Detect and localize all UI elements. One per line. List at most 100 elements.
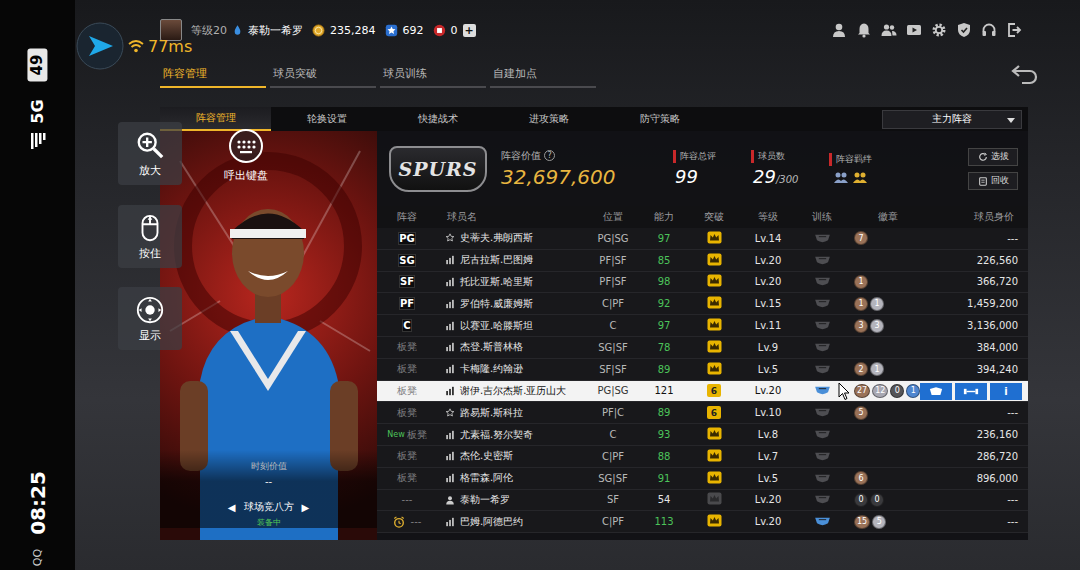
position-cell: PG|SG [587, 233, 639, 244]
panel-body: 时刻价值--◀球场竞八方▶装备中SPURS阵容价值?32,697,600阵容总评… [160, 131, 1028, 540]
training-icon[interactable] [814, 276, 831, 287]
player-name[interactable]: 尤素福.努尔契奇 [460, 428, 533, 442]
breakthrough-marker[interactable] [707, 362, 722, 377]
shield-icon[interactable] [956, 22, 972, 38]
breakthrough-marker[interactable] [707, 253, 722, 268]
breakthrough-marker[interactable] [707, 318, 722, 333]
player-card[interactable]: 时刻价值--◀球场竞八方▶装备中 [160, 131, 377, 540]
hold-button[interactable]: 按住 [118, 205, 182, 268]
table-row[interactable]: PF罗伯特.威廉姆斯C|PF92Lv.15111,459,200 [377, 293, 1028, 315]
table-row[interactable]: 板凳谢伊.吉尔杰斯.亚历山大PG|SG1216Lv.20271201i [377, 381, 1028, 403]
training-icon[interactable] [814, 342, 831, 353]
player-name[interactable]: 卡梅隆.约翰逊 [460, 362, 523, 376]
table-row[interactable]: 板凳格雷森.阿伦SG|SF91Lv.56896,000 [377, 468, 1028, 490]
tab[interactable]: 球员突破 [273, 66, 376, 81]
breakthrough-marker[interactable] [707, 231, 722, 246]
breakthrough-marker[interactable] [707, 514, 722, 529]
sub-tab[interactable]: 进攻策略 [493, 107, 604, 131]
player-name[interactable]: 罗伯特.威廉姆斯 [460, 297, 533, 311]
player-name[interactable]: 史蒂夫.弗朗西斯 [460, 231, 533, 245]
table-row[interactable]: PG史蒂夫.弗朗西斯PG|SG97Lv.147--- [377, 228, 1028, 250]
gear-icon[interactable] [931, 22, 947, 38]
training-icon[interactable] [814, 429, 831, 440]
breakthrough-marker[interactable] [707, 471, 722, 486]
player-name[interactable]: 尼古拉斯.巴图姆 [460, 253, 533, 267]
training-icon[interactable] [814, 516, 831, 527]
player-name[interactable]: 杰伦.史密斯 [460, 449, 513, 463]
headset-icon[interactable] [981, 22, 997, 38]
exit-icon[interactable] [1006, 22, 1022, 38]
training-icon[interactable] [814, 364, 831, 375]
emulator-arrow-icon[interactable] [76, 22, 124, 70]
training-icon[interactable] [814, 494, 831, 505]
breakthrough-marker[interactable] [707, 492, 722, 507]
sub-tab[interactable]: 快捷战术 [382, 107, 493, 131]
tab[interactable]: 球员训练 [383, 66, 486, 81]
table-row[interactable]: 板凳杰伦.史密斯C|PF88Lv.7286,720 [377, 446, 1028, 468]
player-name[interactable]: 路易斯.斯科拉 [460, 406, 523, 420]
player-name[interactable]: 托比亚斯.哈里斯 [460, 275, 533, 289]
table-row[interactable]: SG尼古拉斯.巴图姆PF|SF85Lv.20226,560 [377, 250, 1028, 272]
player-name[interactable]: 泰勒一希罗 [460, 493, 510, 507]
table-row[interactable]: ---巴姆.阿德巴约C|PF113Lv.20155--- [377, 511, 1028, 533]
table-row[interactable]: 板凳杰登.斯普林格SG|SF78Lv.9384,000 [377, 337, 1028, 359]
display-button[interactable]: 显示 [118, 287, 182, 350]
training-icon[interactable] [814, 233, 831, 244]
breakthrough-marker[interactable]: 6 [707, 384, 721, 397]
tab-item[interactable]: 自建加点 [490, 66, 596, 88]
keyboard-button[interactable]: 呼出键盘 [213, 128, 279, 183]
add-button[interactable]: + [463, 24, 476, 37]
sub-tab[interactable]: 轮换设置 [271, 107, 382, 131]
lineup-dropdown[interactable]: 主力阵容 [882, 110, 1022, 129]
training-icon[interactable] [814, 385, 831, 396]
bond-icon[interactable] [833, 169, 849, 185]
bond-icons[interactable] [829, 169, 893, 185]
player-name[interactable]: 格雷森.阿伦 [460, 471, 513, 485]
training-icon[interactable] [814, 255, 831, 266]
training-icon[interactable] [814, 407, 831, 418]
bond-gold-icon[interactable] [852, 169, 868, 185]
table-row[interactable]: 板凳路易斯.斯科拉PF|C896Lv.105--- [377, 402, 1028, 424]
back-icon[interactable] [1010, 63, 1040, 85]
help-button[interactable]: ? [544, 150, 555, 161]
tab-item[interactable]: 球员突破 [270, 66, 376, 88]
player-name[interactable]: 巴姆.阿德巴约 [460, 515, 523, 529]
select-button[interactable]: 选拔 [968, 148, 1018, 166]
next-skin-button[interactable]: ▶ [302, 502, 310, 513]
crown-icon [707, 449, 722, 462]
player-name[interactable]: 谢伊.吉尔杰斯.亚历山大 [460, 384, 566, 398]
training-icon[interactable] [814, 320, 831, 331]
sub-tab[interactable]: 防守策略 [604, 107, 715, 131]
breakthrough-marker[interactable] [707, 449, 722, 464]
lineup-swap-button[interactable] [920, 383, 952, 400]
breakthrough-marker[interactable] [707, 296, 722, 311]
profile-icon[interactable] [831, 22, 847, 38]
tab[interactable]: 自建加点 [493, 66, 596, 81]
table-row[interactable]: New板凳尤素福.努尔契奇C93Lv.8236,160 [377, 424, 1028, 446]
breakthrough-marker[interactable] [707, 427, 722, 442]
video-icon[interactable] [906, 22, 922, 38]
tab-item[interactable]: 球员训练 [380, 66, 486, 88]
player-name[interactable]: 杰登.斯普林格 [460, 340, 523, 354]
breakthrough-marker[interactable] [707, 274, 722, 289]
prev-skin-button[interactable]: ◀ [228, 502, 236, 513]
bell-icon[interactable] [856, 22, 872, 38]
tab-item[interactable]: 阵容管理 [160, 66, 266, 88]
friends-icon[interactable] [881, 22, 897, 38]
breakthrough-marker[interactable] [707, 340, 722, 355]
tab[interactable]: 阵容管理 [163, 66, 266, 81]
recycle-button[interactable]: 回收 [968, 172, 1018, 190]
zoom-button[interactable]: 放大 [118, 122, 182, 185]
info-button[interactable]: i [990, 383, 1022, 400]
training-button[interactable] [955, 383, 987, 400]
player-name[interactable]: 以赛亚.哈滕斯坦 [460, 319, 533, 333]
table-row[interactable]: C以赛亚.哈滕斯坦C97Lv.11333,136,000 [377, 315, 1028, 337]
player-value: --- [1007, 494, 1018, 505]
table-row[interactable]: 板凳卡梅隆.约翰逊SF|SF89Lv.521394,240 [377, 359, 1028, 381]
table-row[interactable]: SF托比亚斯.哈里斯PF|SF98Lv.201366,720 [377, 272, 1028, 294]
training-icon[interactable] [814, 473, 831, 484]
training-icon[interactable] [814, 451, 831, 462]
training-icon[interactable] [814, 298, 831, 309]
breakthrough-marker[interactable]: 6 [707, 406, 721, 419]
table-row[interactable]: ---泰勒一希罗SF54Lv.2000--- [377, 490, 1028, 512]
